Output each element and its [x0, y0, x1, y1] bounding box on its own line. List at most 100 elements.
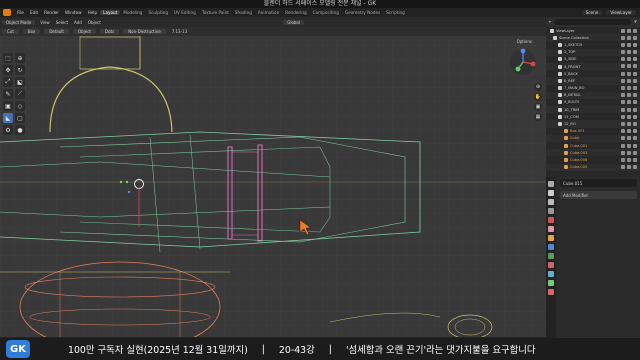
- camera-icon[interactable]: [633, 35, 637, 40]
- camera-icon[interactable]: [633, 93, 637, 98]
- eye-icon[interactable]: [627, 93, 631, 98]
- outliner-row[interactable]: 1_SKETCH: [546, 41, 640, 48]
- extra-tool-icon[interactable]: ⚙: [3, 125, 13, 135]
- world-tab-icon[interactable]: [548, 226, 554, 232]
- outliner-row[interactable]: 4_FRONT: [546, 62, 640, 71]
- eye-icon[interactable]: [627, 165, 631, 170]
- exclude-checkbox-icon[interactable]: [621, 143, 625, 148]
- tab-scripting[interactable]: Scripting: [383, 10, 408, 15]
- mode-dropdown[interactable]: Default: [44, 29, 69, 34]
- select-tool-icon[interactable]: ⬚: [3, 53, 13, 63]
- cursor-tool-icon[interactable]: ⊕: [15, 53, 25, 63]
- exclude-checkbox-icon[interactable]: [621, 78, 625, 83]
- camera-icon[interactable]: [633, 107, 637, 112]
- exclude-checkbox-icon[interactable]: [621, 93, 625, 98]
- exclude-checkbox-icon[interactable]: [621, 121, 625, 126]
- tab-rendering[interactable]: Rendering: [282, 10, 309, 15]
- menu-window[interactable]: Window: [62, 10, 85, 15]
- camera-icon[interactable]: [633, 28, 637, 33]
- blender-logo-icon[interactable]: [3, 9, 11, 16]
- eye-icon[interactable]: [627, 121, 631, 126]
- outliner-row[interactable]: Cube.008: [546, 156, 640, 163]
- outliner-row[interactable]: 8_DETAIL: [546, 91, 640, 99]
- boxcutter-tool-icon[interactable]: ◣: [3, 113, 13, 123]
- outliner-row[interactable]: 9_BOLTS: [546, 99, 640, 106]
- navigation-gizmo-icon[interactable]: [508, 47, 538, 77]
- camera-icon[interactable]: [633, 71, 637, 76]
- camera-icon[interactable]: [633, 136, 637, 141]
- hops-tool-icon[interactable]: ▢: [15, 113, 25, 123]
- tab-shading[interactable]: Shading: [232, 10, 255, 15]
- tab-animation[interactable]: Animation: [255, 10, 282, 15]
- tab-layout[interactable]: Layout: [100, 10, 121, 15]
- orientation-selector[interactable]: Global: [283, 19, 304, 25]
- camera-icon[interactable]: [633, 50, 637, 55]
- exclude-checkbox-icon[interactable]: [621, 50, 625, 55]
- view-layer-selector[interactable]: ViewLayer: [606, 10, 636, 15]
- measure-tool-icon[interactable]: ⟋: [15, 89, 25, 99]
- outliner-row[interactable]: Cube.003: [546, 149, 640, 157]
- outliner-row[interactable]: 7_MAIN_BO: [546, 85, 640, 92]
- add-cube-tool-icon[interactable]: ▣: [3, 101, 13, 111]
- eye-icon[interactable]: [627, 86, 631, 90]
- data-tab-icon[interactable]: [548, 280, 554, 286]
- outliner-row[interactable]: Scene Collection: [546, 34, 640, 42]
- mode-selector[interactable]: Object Mode: [2, 19, 36, 25]
- eye-icon[interactable]: [627, 114, 631, 119]
- knife-tool-icon[interactable]: ◇: [15, 101, 25, 111]
- particles-tab-icon[interactable]: [548, 253, 554, 259]
- camera-icon[interactable]: [633, 57, 637, 62]
- camera-view-icon[interactable]: ▣: [534, 103, 542, 111]
- camera-icon[interactable]: [633, 114, 637, 119]
- outliner-search-input[interactable]: [553, 19, 631, 25]
- camera-icon[interactable]: [633, 143, 637, 148]
- outliner-row[interactable]: 11_COM: [546, 113, 640, 120]
- menu-file[interactable]: File: [14, 10, 27, 15]
- eye-icon[interactable]: [627, 57, 631, 62]
- view-layer-tab-icon[interactable]: [548, 208, 554, 214]
- exclude-checkbox-icon[interactable]: [621, 64, 625, 69]
- outliner-row[interactable]: Cube.009: [546, 163, 640, 171]
- move-tool-icon[interactable]: ✥: [3, 65, 13, 75]
- exclude-checkbox-icon[interactable]: [621, 28, 625, 33]
- camera-icon[interactable]: [633, 157, 637, 162]
- exclude-checkbox-icon[interactable]: [621, 129, 625, 134]
- eye-icon[interactable]: [627, 71, 631, 76]
- outliner-row[interactable]: Cube: [546, 134, 640, 142]
- perspective-toggle-icon[interactable]: ▦: [534, 113, 542, 121]
- outliner-row[interactable]: ViewLayer: [546, 27, 640, 34]
- tab-sculpting[interactable]: Sculpting: [145, 10, 171, 15]
- object-name-field[interactable]: Cube.015: [560, 179, 637, 187]
- outliner-row[interactable]: 2_TOP: [546, 48, 640, 56]
- camera-icon[interactable]: [633, 165, 637, 170]
- outliner-row[interactable]: 12_RO: [546, 120, 640, 128]
- camera-icon[interactable]: [633, 86, 637, 90]
- exclude-checkbox-icon[interactable]: [621, 86, 625, 90]
- camera-icon[interactable]: [633, 150, 637, 155]
- scene-tab-icon[interactable]: [548, 217, 554, 223]
- menu-render[interactable]: Render: [41, 10, 62, 15]
- tab-geometry-nodes[interactable]: Geometry Nodes: [342, 10, 383, 15]
- exclude-checkbox-icon[interactable]: [621, 157, 625, 162]
- exclude-checkbox-icon[interactable]: [621, 42, 625, 47]
- exclude-checkbox-icon[interactable]: [621, 100, 625, 105]
- camera-icon[interactable]: [633, 100, 637, 105]
- eye-icon[interactable]: [627, 136, 631, 141]
- eye-icon[interactable]: [627, 107, 631, 112]
- render-tab-icon[interactable]: [548, 190, 554, 196]
- outliner-funnel-icon[interactable]: ⧩: [634, 20, 637, 24]
- cut-mode-dropdown[interactable]: Cut: [2, 29, 19, 34]
- object-tab-icon[interactable]: [548, 235, 554, 241]
- rotate-tool-icon[interactable]: ↻: [15, 65, 25, 75]
- operation-dropdown[interactable]: Dots: [100, 29, 120, 34]
- tool-tab-icon[interactable]: [548, 181, 554, 187]
- exclude-checkbox-icon[interactable]: [621, 136, 625, 141]
- eye-icon[interactable]: [627, 100, 631, 105]
- outliner-filter-icon[interactable]: ▾: [549, 20, 551, 24]
- eye-icon[interactable]: [627, 35, 631, 40]
- add-modifier-button[interactable]: Add Modifier: [560, 191, 637, 199]
- eye-icon[interactable]: [627, 78, 631, 83]
- eye-icon[interactable]: [627, 150, 631, 155]
- select-menu[interactable]: Select: [53, 20, 71, 25]
- menu-edit[interactable]: Edit: [27, 10, 41, 15]
